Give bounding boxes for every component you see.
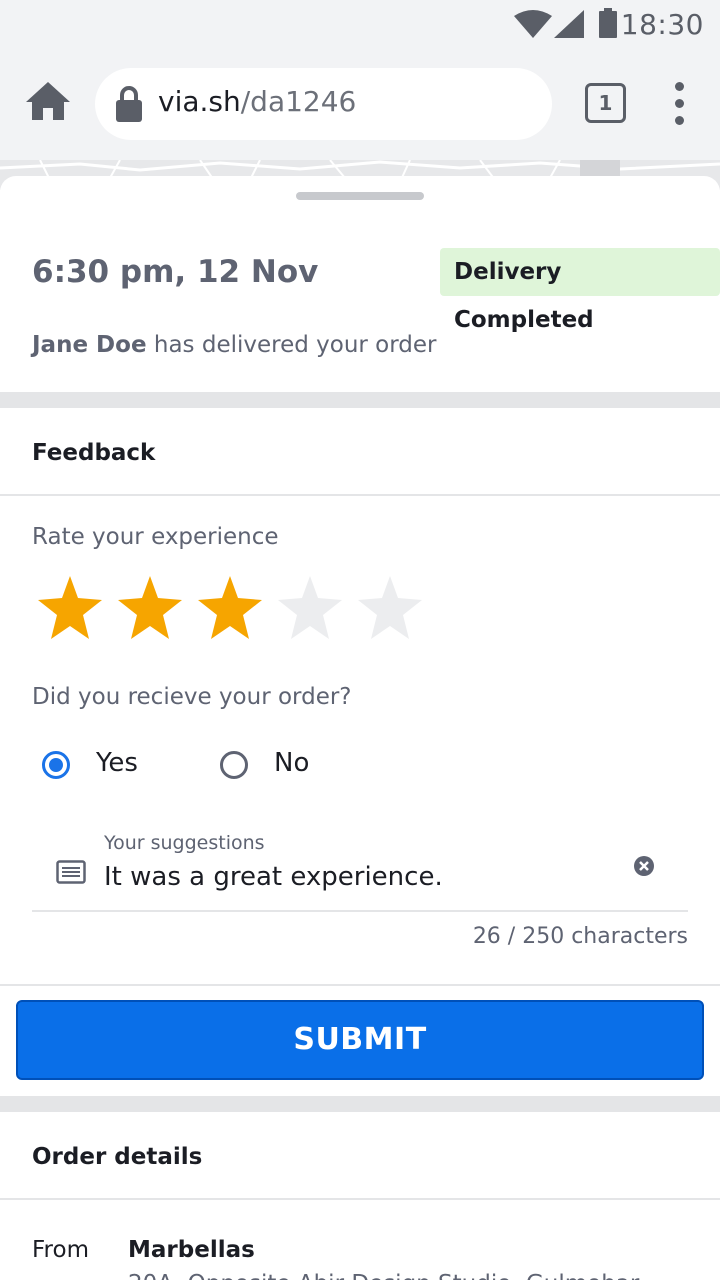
delivery-message-text: has delivered your order [146, 332, 437, 358]
url-text: via.sh/da1246 [158, 85, 356, 118]
courier-name: Jane Doe [32, 332, 147, 358]
submit-button[interactable]: SUBMIT [16, 1000, 704, 1080]
wifi-icon [514, 10, 552, 38]
star-empty-icon[interactable] [356, 574, 424, 642]
delivery-time: 6:30 pm, 12 Nov [32, 254, 319, 290]
status-bar: 18:30 [0, 0, 720, 48]
from-label: From [32, 1237, 89, 1263]
tab-switcher-button[interactable]: 1 [585, 83, 626, 123]
rate-label: Rate your experience [32, 524, 279, 550]
received-question: Did you recieve your order? [32, 684, 352, 710]
order-sheet: 6:30 pm, 12 Nov Delivery Completed Jane … [0, 176, 720, 1280]
url-domain: via.sh [158, 85, 241, 118]
radio-yes-circle[interactable] [42, 751, 70, 779]
radio-yes-label: Yes [96, 748, 138, 778]
character-count: 26 / 250 characters [472, 924, 688, 949]
lock-icon [116, 86, 142, 122]
section-divider [0, 392, 720, 408]
notes-icon [56, 860, 86, 884]
url-path: /da1246 [240, 85, 357, 118]
status-badge: Delivery Completed [440, 248, 720, 333]
radio-no-circle[interactable] [220, 751, 248, 779]
star-empty-icon[interactable] [276, 574, 344, 642]
suggestions-field[interactable]: Your suggestions It was a great experien… [32, 826, 688, 912]
star-filled-icon[interactable] [116, 574, 184, 642]
section-divider [0, 1096, 720, 1112]
clock: 18:30 [620, 8, 704, 41]
divider [0, 984, 720, 986]
radio-no-label: No [274, 748, 310, 778]
home-button[interactable] [26, 82, 70, 122]
more-vert-icon[interactable] [664, 82, 696, 126]
order-details-title: Order details [32, 1144, 203, 1170]
url-bar[interactable]: via.sh/da1246 [95, 68, 552, 140]
restaurant-name: Marbellas [128, 1237, 255, 1263]
divider [0, 1198, 720, 1200]
browser-toolbar: via.sh/da1246 1 [0, 48, 720, 160]
battery-icon [599, 8, 617, 38]
feedback-title: Feedback [32, 440, 156, 466]
drag-handle[interactable] [296, 192, 424, 200]
delivery-message: Jane Doe has delivered your order [32, 332, 437, 358]
star-filled-icon[interactable] [36, 574, 104, 642]
home-icon [26, 82, 70, 120]
signal-icon [554, 10, 584, 38]
suggestions-label: Your suggestions [104, 832, 265, 854]
divider [0, 494, 720, 496]
clear-icon[interactable] [634, 856, 654, 876]
star-filled-icon[interactable] [196, 574, 264, 642]
restaurant-address: 20A, Opposite Abir Design Studio, Gulmoh… [128, 1271, 659, 1280]
suggestions-input[interactable]: It was a great experience. [104, 862, 443, 892]
